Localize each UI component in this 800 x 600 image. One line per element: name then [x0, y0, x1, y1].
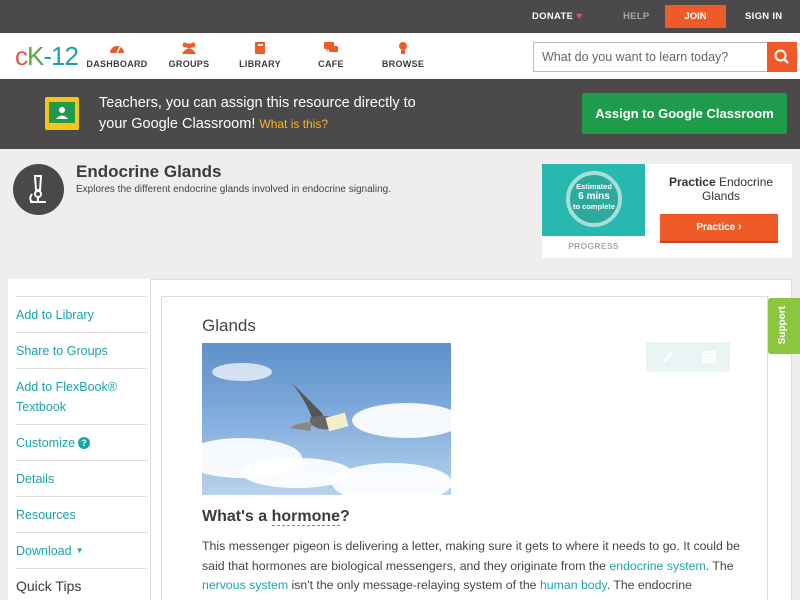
nav-browse-label: BROWSE — [381, 59, 425, 69]
section-heading: Glands — [202, 316, 256, 335]
classroom-line-1: Teachers, you can assign this resource d… — [99, 95, 416, 111]
pigeon-image — [202, 343, 451, 495]
caret-down-icon: ▼ — [75, 546, 84, 555]
nav-groups-label: GROUPS — [168, 59, 210, 69]
search-button[interactable] — [767, 42, 797, 72]
practice-progress-image: Estimated 6 mins to complete — [542, 164, 645, 236]
sidebar-divider — [16, 568, 147, 577]
sidebar-item-resources[interactable]: Resources — [16, 496, 147, 532]
sidebar-item-share-to-groups[interactable]: Share to Groups — [16, 332, 147, 368]
nav-cafe[interactable]: CAFE — [296, 41, 366, 69]
content-paragraph: This messenger pigeon is delivering a le… — [202, 539, 740, 592]
ck12-logo[interactable]: cK-12 — [15, 41, 79, 72]
nav-dashboard[interactable]: DASHBOARD — [82, 41, 152, 69]
pigeon-illustration — [290, 383, 349, 432]
content-tools — [646, 342, 730, 372]
top-bar: DONATE ♥ HELP JOIN SIGN IN — [0, 0, 800, 33]
what-is-this-link[interactable]: What is this? — [259, 117, 328, 131]
nervous-system-link[interactable]: nervous system — [202, 578, 288, 592]
heart-icon: ♥ — [576, 11, 583, 22]
pencil-icon[interactable] — [662, 350, 674, 364]
nav-cafe-label: CAFE — [318, 59, 344, 69]
join-button[interactable]: JOIN — [665, 5, 726, 28]
nav-browse[interactable]: BROWSE — [368, 41, 438, 69]
search-icon — [774, 49, 789, 64]
search-box — [533, 42, 797, 72]
subheading: What's a hormone? — [202, 508, 350, 526]
browse-icon — [399, 42, 407, 54]
help-link[interactable]: HELP — [623, 11, 650, 22]
nav-dashboard-label: DASHBOARD — [86, 59, 148, 69]
classroom-message: Teachers, you can assign this resource d… — [99, 93, 459, 135]
sign-in-link[interactable]: SIGN IN — [745, 11, 782, 22]
google-classroom-icon — [45, 97, 79, 130]
estimate-text: Estimated 6 mins to complete — [572, 182, 616, 211]
groups-icon — [182, 42, 196, 54]
endocrine-system-link[interactable]: endocrine system — [609, 559, 705, 573]
sidebar-item-customize[interactable]: Customize? — [16, 424, 147, 460]
quick-tips-heading: Quick Tips — [16, 578, 82, 594]
nav-library-label: LIBRARY — [239, 59, 281, 69]
help-icon[interactable]: ? — [78, 437, 91, 449]
sidebar-item-add-to-library[interactable]: Add to Library — [16, 296, 147, 332]
nav-library[interactable]: LIBRARY — [225, 41, 295, 69]
hormone-term[interactable]: hormone — [271, 508, 341, 526]
practice-button[interactable]: Practice › — [660, 214, 778, 243]
notes-icon[interactable] — [702, 351, 716, 363]
library-icon — [255, 42, 265, 54]
sidebar-item-details[interactable]: Details — [16, 460, 147, 496]
donate-link[interactable]: DONATE ♥ — [532, 11, 582, 22]
progress-label: PROGRESS — [568, 241, 619, 251]
search-input[interactable] — [534, 43, 766, 71]
practice-card: Estimated 6 mins to complete PROGRESS Prac… — [542, 164, 792, 258]
sidebar-item-add-to-flexbook[interactable]: Add to FlexBook® Textbook — [16, 368, 147, 424]
sidebar-item-download[interactable]: Download ▼ — [16, 532, 147, 568]
cafe-icon — [324, 42, 338, 52]
chevron-right-icon: › — [738, 221, 742, 233]
dashboard-icon — [110, 46, 124, 54]
nav-bar: cK-12 DASHBOARD GROUPS LIBRARY CAFE BROW… — [0, 33, 800, 79]
assign-to-google-classroom-button[interactable]: Assign to Google Classroom — [582, 93, 787, 134]
human-body-link[interactable]: human body — [540, 578, 607, 592]
nav-groups[interactable]: GROUPS — [154, 41, 224, 69]
support-tab[interactable]: Support — [768, 298, 800, 354]
concept-description: Explores the different endocrine glands … — [76, 184, 392, 195]
classroom-line-2: your Google Classroom! — [99, 116, 256, 132]
concept-title: Endocrine Glands — [76, 162, 222, 181]
practice-title: Practice Endocrine Glands — [668, 175, 774, 203]
microscope-icon — [13, 164, 64, 215]
